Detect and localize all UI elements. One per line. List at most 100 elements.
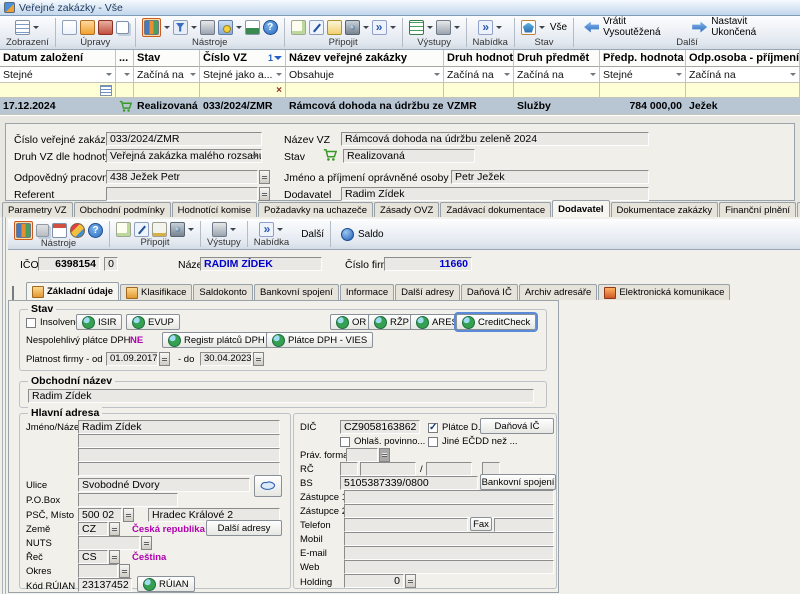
subtab-checkbox[interactable] [12, 286, 14, 300]
filter-input-nazev[interactable] [286, 83, 444, 98]
clear-filter-icon[interactable]: × [276, 85, 282, 96]
filter-input-icons[interactable] [116, 83, 134, 98]
map-button[interactable] [254, 475, 282, 497]
dropdown-arrow-icon[interactable] [230, 228, 236, 234]
rec-lookup-button[interactable] [109, 550, 120, 564]
dropdown-arrow-icon[interactable] [188, 228, 194, 234]
nuts-lookup-button[interactable] [141, 536, 152, 550]
filter-input-datum[interactable] [0, 83, 116, 98]
copy-record-icon[interactable] [116, 21, 129, 34]
rc-field-1[interactable] [340, 462, 358, 476]
copy-icon[interactable] [36, 224, 49, 237]
export-icon[interactable] [409, 20, 424, 35]
history-icon[interactable] [218, 20, 233, 35]
ruian-field[interactable]: 23137452 [78, 578, 132, 592]
prav-forma-field[interactable] [346, 448, 378, 462]
zeme-field[interactable]: CZ [78, 522, 108, 536]
filter-condition-cislo[interactable]: Stejné jako a... [200, 67, 286, 83]
new-record-icon[interactable] [62, 20, 77, 35]
camera-icon[interactable] [170, 222, 185, 237]
fax-button[interactable]: Fax [470, 517, 492, 531]
cell-stav[interactable]: Realizovaná [134, 98, 200, 115]
ico-suffix-field[interactable]: 0 [104, 257, 118, 271]
platnost-od-field[interactable]: 01.09.2017 [106, 352, 158, 366]
layers-icon[interactable] [70, 223, 85, 238]
dropdown-arrow-icon[interactable] [191, 26, 197, 32]
zastupce1-field[interactable] [344, 490, 554, 504]
mobil-field[interactable] [344, 532, 554, 546]
ruian-button[interactable]: RÚIAN [137, 576, 195, 592]
filter-input-druh-hodnota[interactable] [444, 83, 514, 98]
column-header-datum[interactable]: Datum založení [0, 50, 116, 67]
evup-button[interactable]: EVUP [126, 314, 180, 330]
holding-field[interactable]: 0 [344, 574, 404, 588]
pen-icon[interactable] [309, 20, 324, 35]
okres-lookup-button[interactable] [119, 564, 130, 578]
nuts-field[interactable] [78, 536, 140, 550]
help-icon[interactable] [263, 20, 278, 35]
dic-field[interactable]: CZ9058163862 [340, 420, 420, 434]
output-print-icon[interactable] [436, 20, 451, 35]
org-structure-icon[interactable] [144, 20, 159, 35]
certificate-icon[interactable] [152, 222, 167, 237]
platce-dph-checkbox[interactable]: Plátce D... [428, 422, 486, 433]
nastavit-ukoncena-button[interactable]: Nastavit Ukončená [688, 16, 794, 38]
dropdown-arrow-icon[interactable] [454, 26, 460, 32]
vratit-vysoutezena-button[interactable]: Vrátit Vysoutěžená [580, 16, 685, 38]
or-button[interactable]: OR [330, 314, 372, 330]
filter-input-predp[interactable] [600, 83, 686, 98]
subtab-informace[interactable]: Informace [340, 284, 394, 300]
subtab-archiv-adresare[interactable]: Archiv adresáře [519, 284, 598, 300]
calendar-icon[interactable] [52, 223, 67, 238]
view-mode-icon[interactable] [15, 20, 30, 35]
filter-input-druh-predmet[interactable] [514, 83, 600, 98]
cell-status-icon[interactable] [116, 98, 134, 115]
nazev-vz-field[interactable]: Rámcová dohoda na údržbu zeleně 2024 [341, 132, 649, 146]
document-icon[interactable] [327, 20, 342, 35]
filter-input-odp-osoba[interactable] [686, 83, 800, 98]
pracovnik-field[interactable]: 438 Ježek Petr [106, 170, 258, 184]
edit-record-icon[interactable] [80, 20, 95, 35]
zeme-lookup-button[interactable] [109, 522, 120, 536]
tab-dokumentace-zakazky[interactable]: Dokumentace zakázky [611, 202, 719, 218]
jmeno-field-3[interactable] [78, 448, 280, 462]
stav-field[interactable]: Realizovaná [343, 149, 475, 163]
dodavatel-field[interactable]: Radim Zídek [341, 187, 649, 201]
state-value[interactable]: Vše [550, 22, 567, 33]
filter-condition-druh-predmet[interactable]: Začíná na [514, 67, 600, 83]
dropdown-arrow-icon[interactable] [363, 26, 369, 32]
subtab-zakladni-udaje[interactable]: Základní údaje [26, 282, 119, 300]
tab-obchodni-podminky[interactable]: Obchodní podmínky [74, 202, 171, 218]
tab-zasady-ovz[interactable]: Zásady OVZ [374, 202, 439, 218]
bs-field[interactable]: 5105387339/0800 [340, 476, 478, 490]
filter-input-cislo[interactable]: × [200, 83, 286, 98]
subtab-saldokonto[interactable]: Saldokonto [193, 284, 253, 300]
cislo-vz-field[interactable]: 033/2024/ZMR [106, 132, 262, 146]
column-header-cislo-vz[interactable]: Číslo VZ 1 [200, 50, 286, 67]
creditcheck-button[interactable]: CreditCheck [456, 314, 536, 330]
okres-field[interactable] [78, 564, 118, 578]
filter-condition-datum[interactable]: Stejné [0, 67, 116, 83]
psc-lookup-button[interactable] [123, 508, 134, 522]
platnost-do-field[interactable]: 30.04.2023 [200, 352, 252, 366]
column-header-predp-hodnota[interactable]: Předp. hodnota [600, 50, 686, 67]
org-structure-icon[interactable] [16, 223, 31, 238]
rzp-button[interactable]: RŽP [368, 314, 415, 330]
zastupce2-field[interactable] [344, 504, 554, 518]
fax-field[interactable] [494, 518, 554, 532]
cell-nazev[interactable]: Rámcová dohoda na údržbu zeleně ... [286, 98, 444, 115]
danova-ic-button[interactable]: Daňová IČ [480, 418, 554, 434]
jmeno-field-2[interactable] [78, 434, 280, 448]
cell-druh-predmet[interactable]: Služby [514, 98, 600, 115]
menu-icon[interactable] [478, 20, 493, 35]
subtab-elektronicka-komunikace[interactable]: Elektronická komunikace [598, 284, 730, 300]
prav-forma-lookup-button[interactable] [379, 448, 390, 462]
cell-datum[interactable]: 17.12.2024 [0, 98, 116, 115]
column-header-nazev[interactable]: Název veřejné zakázky [286, 50, 444, 67]
dropdown-arrow-icon[interactable] [33, 26, 39, 32]
title-bar[interactable]: Veřejné zakázky - Vše [0, 0, 800, 16]
column-header-stav[interactable]: Stav [134, 50, 200, 67]
dropdown-arrow-icon[interactable] [236, 26, 242, 32]
tab-zadavaci-dokumentace[interactable]: Zadávací dokumentace [440, 202, 551, 218]
tab-pozadavky[interactable]: Požadavky na uchazeče [258, 202, 373, 218]
